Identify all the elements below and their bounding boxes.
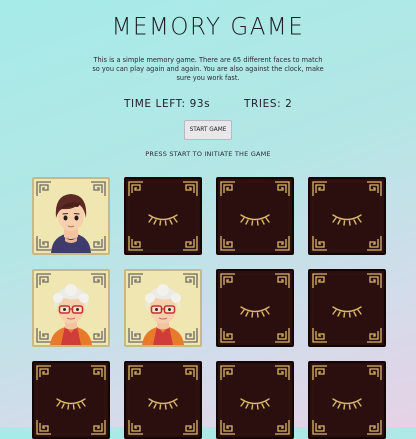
memory-card[interactable] <box>32 177 110 255</box>
card-grid <box>0 0 416 439</box>
memory-card[interactable] <box>124 177 202 255</box>
memory-card[interactable] <box>32 361 110 439</box>
memory-card[interactable] <box>308 269 386 347</box>
memory-card[interactable] <box>308 361 386 439</box>
memory-card[interactable] <box>308 177 386 255</box>
memory-card[interactable] <box>124 269 202 347</box>
memory-card[interactable] <box>124 361 202 439</box>
memory-card[interactable] <box>32 269 110 347</box>
memory-card[interactable] <box>216 361 294 439</box>
memory-card[interactable] <box>216 177 294 255</box>
memory-card[interactable] <box>216 269 294 347</box>
